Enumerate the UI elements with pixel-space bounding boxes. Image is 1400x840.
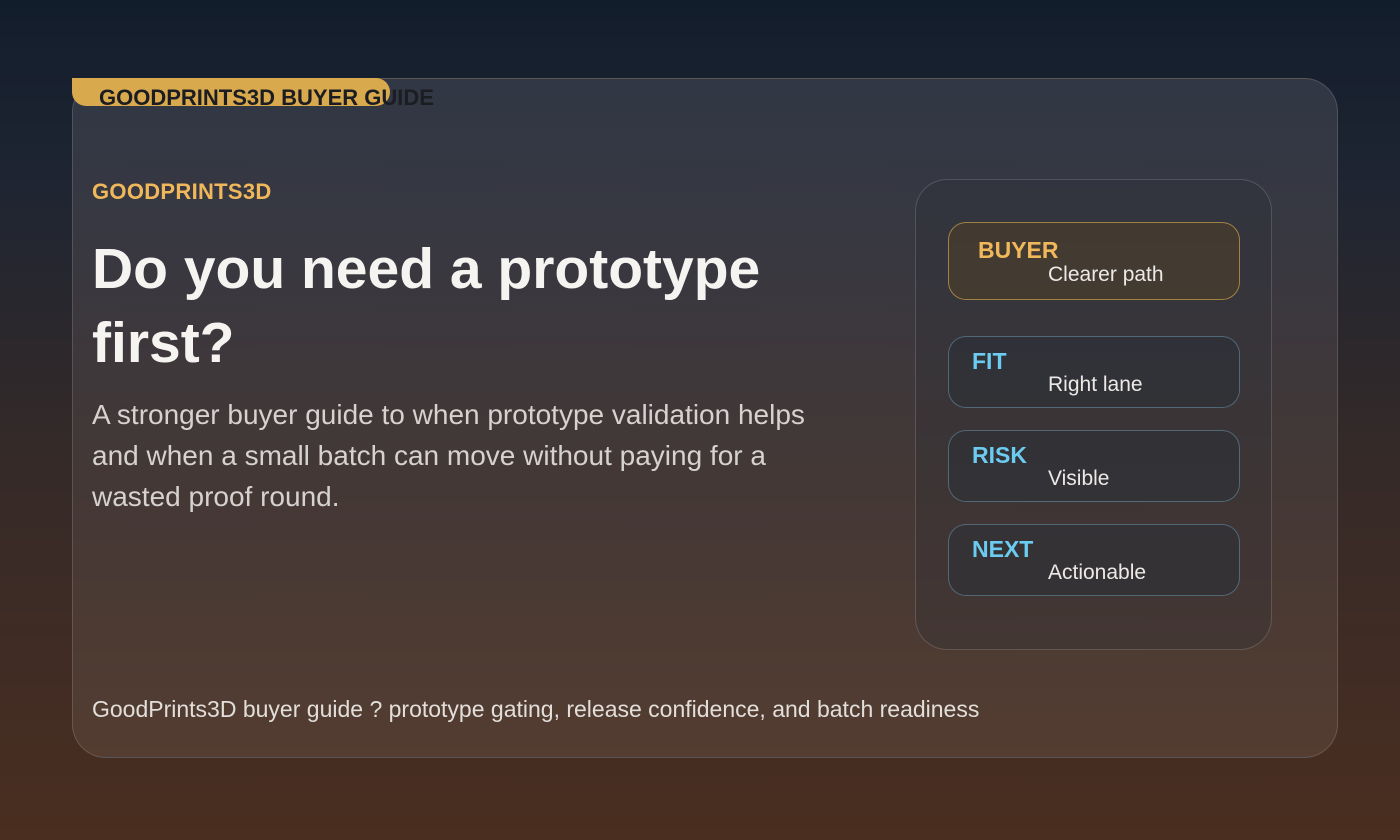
tile-buyer-value: Clearer path <box>1048 263 1164 286</box>
guide-badge-label: GOODPRINTS3D BUYER GUIDE <box>99 85 434 110</box>
tile-buyer: BUYER Clearer path <box>948 222 1240 300</box>
tile-buyer-title: BUYER <box>978 237 1059 263</box>
tile-next: NEXT Actionable <box>948 524 1240 596</box>
tile-risk-title: RISK <box>972 442 1027 468</box>
tile-fit-value: Right lane <box>1048 373 1143 396</box>
tile-next-value: Actionable <box>1048 561 1147 584</box>
page-subtitle: A stronger buyer guide to when prototype… <box>92 399 805 512</box>
tile-fit-title: FIT <box>972 348 1007 374</box>
brand-eyebrow: GOODPRINTS3D <box>92 179 272 204</box>
tile-fit: FIT Right lane <box>948 336 1240 408</box>
footer-caption: GoodPrints3D buyer guide ? prototype gat… <box>92 696 980 722</box>
tile-risk: RISK Visible <box>948 430 1240 502</box>
page-title: Do you need a prototype first? <box>92 237 761 375</box>
tile-risk-value: Visible <box>1048 467 1110 490</box>
tile-next-title: NEXT <box>972 536 1034 562</box>
